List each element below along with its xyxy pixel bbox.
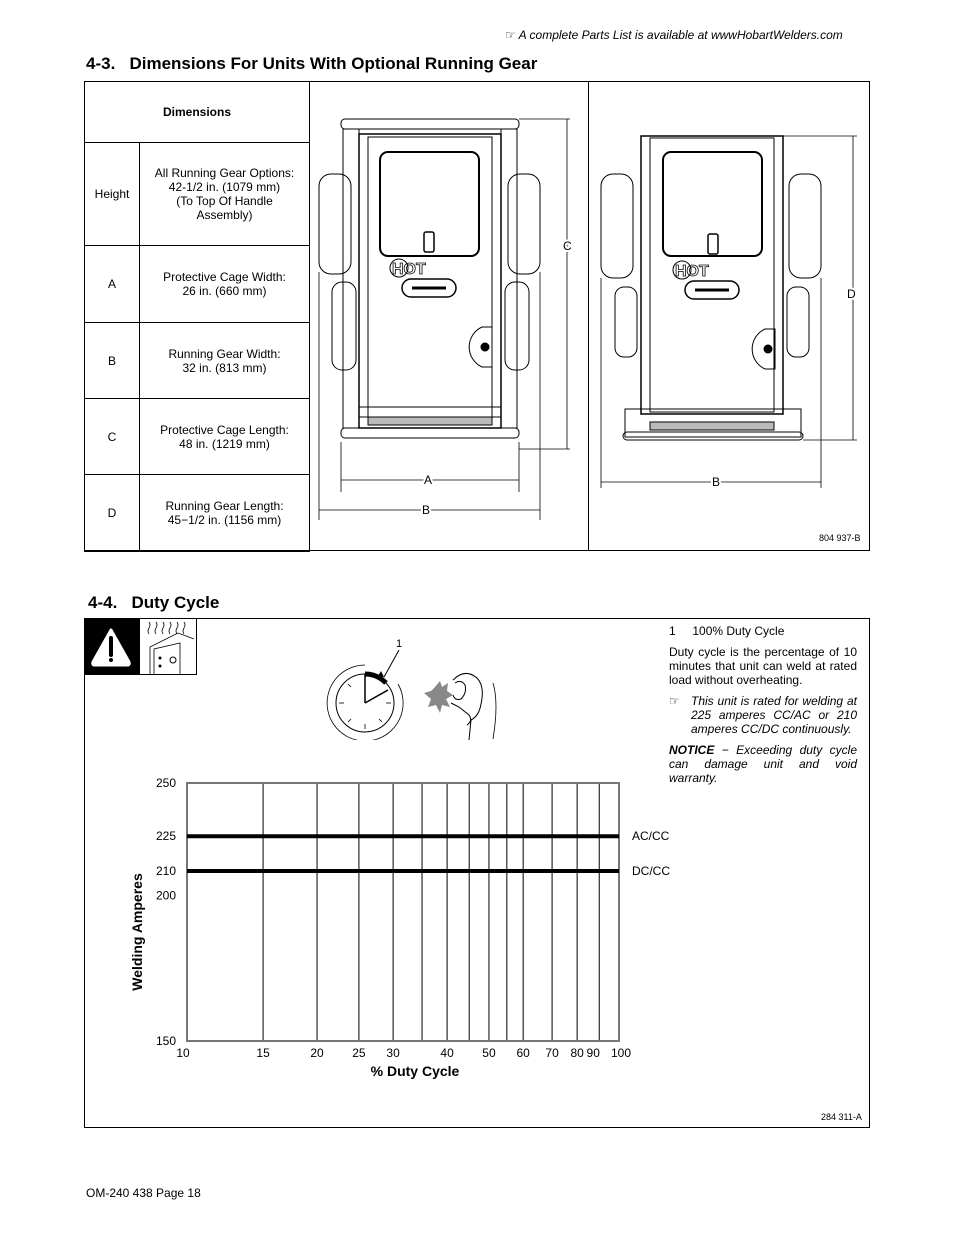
table-row: D Running Gear Length: 45−1/2 in. (1156 … xyxy=(84,474,310,552)
x-tick-label: 10 xyxy=(176,1046,190,1060)
section-title-duty-cycle: 4-4. Duty Cycle xyxy=(88,593,220,612)
row-value: Running Gear Width: 32 in. (813 mm) xyxy=(139,322,310,399)
table-row: A Protective Cage Width: 26 in. (660 mm) xyxy=(84,245,310,323)
row-label: B xyxy=(84,322,140,399)
dimension-label-b: B xyxy=(712,475,720,489)
wheel-large-right xyxy=(507,173,541,275)
value-line: Assembly) xyxy=(196,208,253,222)
x-tick-label: 60 xyxy=(516,1046,530,1060)
value-line: 32 in. (813 mm) xyxy=(182,360,267,375)
x-tick-label: 25 xyxy=(352,1046,366,1060)
row-value: Protective Cage Length: 48 in. (1219 mm) xyxy=(139,398,310,475)
figure-code-duty-cycle: 284 311-A xyxy=(821,1112,862,1122)
duty-cycle-illustration: 1 xyxy=(326,638,497,740)
dimensions-table: Dimensions Height All Running Gear Optio… xyxy=(84,81,310,552)
pointing-hand-icon: ☞ xyxy=(669,694,680,708)
row-label: C xyxy=(84,398,140,475)
y-tick-label: 210 xyxy=(156,864,176,878)
section-title-dimensions: 4-3. Dimensions For Units With Optional … xyxy=(86,54,538,73)
value-line: 26 in. (660 mm) xyxy=(182,284,267,298)
x-tick-label: 20 xyxy=(310,1046,324,1060)
rating-note-text: This unit is rated for welding at 225 am… xyxy=(691,694,857,736)
value-line: Protective Cage Width: xyxy=(163,270,286,284)
chart-series xyxy=(187,834,619,874)
row-value: Running Gear Length: 45−1/2 in. (1156 mm… xyxy=(139,474,310,552)
notice-paragraph: NOTICE − Exceeding duty cycle can damage… xyxy=(669,743,857,785)
dimension-label-d: D xyxy=(847,287,856,301)
duty-cycle-chart: 150200210225250 10 15 20 25 30 40 50 60 70 80 90 10… xyxy=(129,776,670,1079)
value-line: Running Gear Length: xyxy=(165,499,284,513)
chart-gridlines xyxy=(262,783,600,1041)
y-tick-label: 250 xyxy=(156,776,176,790)
x-tick-label: 100 xyxy=(611,1046,631,1060)
y-tick-labels: 150 200 210 225 250 xyxy=(156,776,176,1048)
value-line: 45−1/2 in. (1156 mm) xyxy=(167,513,282,527)
hot-label: HOT xyxy=(392,261,426,278)
row-label: A xyxy=(84,245,140,323)
value-line: 42-1/2 in. (1079 mm) xyxy=(168,180,281,194)
legend-item: 1 100% Duty Cycle xyxy=(669,624,857,638)
x-tick-label: 30 xyxy=(386,1046,400,1060)
dimension-label-b: B xyxy=(422,503,430,517)
welder-running-gear-view-drawing: HOT D B xyxy=(600,135,858,491)
y-tick-label: 225 xyxy=(156,829,176,843)
warning-triangle-icon xyxy=(91,628,131,667)
value-line: Running Gear Width: xyxy=(168,346,281,361)
x-tick-label: 90 xyxy=(587,1046,601,1060)
y-tick-label: 150 xyxy=(156,1034,176,1048)
duty-cycle-notes: 1 100% Duty Cycle Duty cycle is the perc… xyxy=(669,624,857,792)
wheel-large-left xyxy=(318,173,352,275)
rating-note: ☞ This unit is rated for welding at 225 … xyxy=(669,694,857,736)
table-row: Height All Running Gear Options: 42-1/2 … xyxy=(84,142,310,246)
dimension-label-c: C xyxy=(563,239,572,253)
series-label: DC/CC xyxy=(632,864,670,878)
x-tick-label: 70 xyxy=(545,1046,559,1060)
callout-number: 1 xyxy=(396,638,402,650)
value-line: 48 in. (1219 mm) xyxy=(179,436,270,451)
x-tick-label: 50 xyxy=(482,1046,496,1060)
row-value: Protective Cage Width: 26 in. (660 mm) xyxy=(139,245,310,323)
page-footer: OM-240 438 Page 18 xyxy=(86,1186,201,1200)
x-tick-label: 40 xyxy=(440,1046,454,1060)
row-label: Height xyxy=(84,142,140,246)
pointing-hand-icon: ☞ xyxy=(505,28,516,42)
value-line: All Running Gear Options: xyxy=(154,166,295,180)
x-axis-label: % Duty Cycle xyxy=(371,1063,460,1079)
y-axis-label: Welding Amperes xyxy=(129,873,145,991)
table-row: C Protective Cage Length: 48 in. (1219 m… xyxy=(84,398,310,475)
legend-number: 1 xyxy=(669,624,676,638)
y-tick-label: 200 xyxy=(156,889,176,903)
clock-icon xyxy=(326,664,404,740)
table-row: B Running Gear Width: 32 in. (813 mm) xyxy=(84,322,310,399)
x-tick-label: 15 xyxy=(256,1046,270,1060)
figure-code-dimensions: 804 937-B xyxy=(819,533,861,543)
duty-cycle-description: Duty cycle is the percentage of 10 minut… xyxy=(669,645,857,687)
x-tick-label: 80 xyxy=(570,1046,584,1060)
parts-list-note-text: A complete Parts List is available at ww… xyxy=(518,28,843,42)
welder-icon xyxy=(424,673,497,740)
hot-label: HOT xyxy=(675,263,709,280)
value-line: (To Top Of Handle xyxy=(176,194,273,208)
warning-block xyxy=(84,618,139,675)
row-value: All Running Gear Options: 42-1/2 in. (10… xyxy=(139,142,310,246)
overheating-unit-icon xyxy=(139,618,197,675)
series-labels: AC/CC DC/CC xyxy=(632,829,670,878)
plot-area-border xyxy=(186,782,620,1042)
table-header: Dimensions xyxy=(84,81,310,143)
series-label: AC/CC xyxy=(632,829,670,843)
dimension-label-a: A xyxy=(424,473,432,487)
row-label: D xyxy=(84,474,140,552)
x-tick-labels: 10 15 20 25 30 40 50 60 70 80 90 100 xyxy=(176,1046,631,1060)
legend-label: 100% Duty Cycle xyxy=(692,624,785,638)
notice-label: NOTICE xyxy=(669,743,715,757)
wheel-small-left xyxy=(331,281,357,371)
welder-cage-view-drawing: HOT C A B xyxy=(318,118,574,520)
parts-list-note: ☞ A complete Parts List is available at … xyxy=(505,28,843,42)
value-line: Protective Cage Length: xyxy=(160,422,289,437)
